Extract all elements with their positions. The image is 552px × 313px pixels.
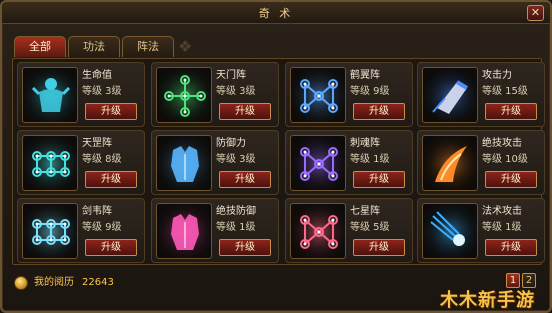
skill-card: 攻击力等级 15级升级: [417, 62, 545, 127]
skill-level: 等级 9级: [82, 222, 122, 233]
upgrade-button[interactable]: 升级: [353, 171, 405, 188]
skill-level: 等级 9级: [350, 86, 390, 97]
skill-card: 天罡阵等级 8级升级: [17, 130, 145, 195]
coin-icon: [14, 276, 28, 290]
skill-card: 鹤翼阵等级 9级升级: [285, 62, 413, 127]
upgrade-button[interactable]: 升级: [353, 239, 405, 256]
skill-card: 七星阵等级 5级升级: [285, 198, 413, 263]
skill-level: 等级 1级: [350, 154, 390, 165]
tab-1[interactable]: 全部: [14, 36, 66, 57]
skill-level: 等级 8级: [82, 154, 122, 165]
upgrade-button[interactable]: 升级: [85, 103, 137, 120]
pink-armor-icon[interactable]: [156, 203, 212, 259]
close-button[interactable]: ✕: [527, 5, 544, 21]
watermark: 木木新手游: [440, 290, 535, 311]
upgrade-button[interactable]: 升级: [85, 239, 137, 256]
skills-window: 奇 术 ✕ 全部 功法 阵法 ❖ 生命值 等级 3级 升级 天门阵 等级 3级 升级 鹤翼阵 等级…: [0, 0, 552, 313]
tab-bar-ornament: ❖: [178, 37, 193, 56]
skill-name: 七星阵: [350, 206, 380, 217]
tab-3[interactable]: 阵法: [122, 36, 174, 57]
experience-value: 22643: [82, 277, 114, 288]
experience-label: 我的阅历: [34, 277, 74, 288]
wing-formation-icon[interactable]: [290, 67, 346, 123]
upgrade-button[interactable]: 升级: [219, 239, 271, 256]
upgrade-button[interactable]: 升级: [485, 171, 537, 188]
cross-formation-icon[interactable]: [156, 67, 212, 123]
window-title: 奇 术: [258, 7, 294, 20]
skill-grid: 生命值 等级 3级 升级 天门阵 等级 3级 升级 鹤翼阵 等级 9级 升级 攻击力 等级 15级升…: [12, 58, 545, 265]
upgrade-button[interactable]: 升级: [219, 171, 271, 188]
skill-level: 等级 1级: [482, 222, 522, 233]
skill-name: 防御力: [216, 138, 246, 149]
skill-name: 法术攻击: [482, 206, 522, 217]
gauntlet-icon[interactable]: [422, 67, 478, 123]
skill-level: 等级 1级: [216, 222, 256, 233]
skill-name: 生命值: [82, 70, 112, 81]
upgrade-button[interactable]: 升级: [219, 103, 271, 120]
skill-card: 刺魂阵等级 1级升级: [285, 130, 413, 195]
skill-name: 绝技攻击: [482, 138, 522, 149]
skill-card: 生命值等级 3级升级: [17, 62, 145, 127]
spike-formation-icon[interactable]: [290, 135, 346, 191]
skill-level: 等级 3级: [82, 86, 122, 97]
skill-card: 天门阵等级 3级升级: [151, 62, 279, 127]
skill-level: 等级 3级: [216, 86, 256, 97]
upgrade-button[interactable]: 升级: [485, 103, 537, 120]
title-bar: 奇 术 ✕: [2, 2, 550, 24]
armor-icon[interactable]: [156, 135, 212, 191]
upgrade-button[interactable]: 升级: [353, 103, 405, 120]
flame-slash-icon[interactable]: [422, 135, 478, 191]
tab-2[interactable]: 功法: [68, 36, 120, 57]
warrior-figure-icon[interactable]: [22, 67, 78, 123]
skill-name: 攻击力: [482, 70, 512, 81]
skill-card: 法术攻击等级 1级升级: [417, 198, 545, 263]
skill-name: 天门阵: [216, 70, 246, 81]
upgrade-button[interactable]: 升级: [85, 171, 137, 188]
comet-icon[interactable]: [422, 203, 478, 259]
sword-formation-icon[interactable]: [22, 203, 78, 259]
skill-level: 等级 3级: [216, 154, 256, 165]
skill-level: 等级 10级: [482, 154, 528, 165]
skill-level: 等级 5级: [350, 222, 390, 233]
skill-name: 绝技防御: [216, 206, 256, 217]
skill-name: 刺魂阵: [350, 138, 380, 149]
skill-card: 防御力等级 3级升级: [151, 130, 279, 195]
skill-name: 天罡阵: [82, 138, 112, 149]
seven-star-formation-icon[interactable]: [290, 203, 346, 259]
skill-level: 等级 15级: [482, 86, 528, 97]
skill-card: 绝技防御等级 1级升级: [151, 198, 279, 263]
skill-name: 鹤翼阵: [350, 70, 380, 81]
skill-card: 剑韦阵等级 9级升级: [17, 198, 145, 263]
skill-name: 剑韦阵: [82, 206, 112, 217]
skill-card: 绝技攻击等级 10级升级: [417, 130, 545, 195]
grid-formation-icon[interactable]: [22, 135, 78, 191]
upgrade-button[interactable]: 升级: [485, 239, 537, 256]
